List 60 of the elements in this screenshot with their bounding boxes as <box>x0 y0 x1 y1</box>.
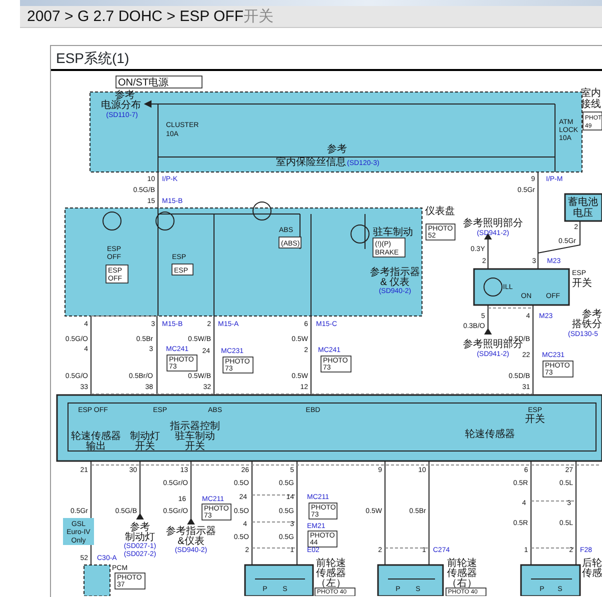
lamp-icon <box>102 212 122 230</box>
diagram-label: 后轮 <box>582 558 602 569</box>
diagram-label: （左） <box>316 578 346 589</box>
sensor-panel <box>520 564 581 596</box>
diagram-label: 参考 <box>130 522 150 533</box>
diagram-label: 参考 <box>582 309 602 320</box>
diagram-label: 开关 <box>185 441 205 452</box>
diagram-label: 电压 <box>573 208 593 219</box>
dashed-wire <box>530 500 576 502</box>
battery-panel <box>564 193 602 222</box>
diagram-label: 开关 <box>525 414 545 425</box>
diagram-label: 仪表盘 <box>425 206 455 217</box>
diagram-label: 参考照明部分 <box>463 218 523 229</box>
diagram-label: 输出 <box>86 441 106 452</box>
diagram-label: 轮速传感器 <box>465 429 515 440</box>
dashed-wire <box>252 494 298 496</box>
diagram-label: 驻车制动 <box>175 431 215 442</box>
diagram-label: &仪表 <box>178 536 204 547</box>
diagram-label: 接线 <box>581 99 601 110</box>
diagram-label: 制动灯 <box>130 431 160 442</box>
wire <box>364 214 366 250</box>
wire <box>530 578 572 580</box>
lamp-icon <box>156 212 174 230</box>
diagram-label: 传感器 <box>316 568 346 579</box>
arrow-icon <box>144 100 152 108</box>
diagram-label: 参考 <box>115 90 135 101</box>
arrow-icon <box>187 518 195 524</box>
sensor-panel <box>244 564 314 596</box>
pcm-panel <box>84 564 110 596</box>
diagram-label: 传感 <box>582 568 602 579</box>
diagram-label: & 仪表 <box>380 277 410 288</box>
breadcrumb-text: 2007 > G 2.7 DOHC > ESP OFF开关 <box>27 8 274 25</box>
diagram-label: 参考 <box>327 144 347 155</box>
diagram-label: 传感器 <box>447 568 477 579</box>
diagram-label: 室内 <box>581 88 601 99</box>
diagram-label: 室内保险丝信息 <box>276 157 346 168</box>
lamp-icon <box>252 202 272 220</box>
wire <box>388 578 436 580</box>
diagram-label: 开关 <box>135 441 155 452</box>
diagram-label: 轮速传感器 <box>71 431 121 442</box>
diagram-label: 前轮速 <box>316 558 346 569</box>
diagram-label: 电源分布 <box>101 100 141 111</box>
diagram-label: 前轮速 <box>447 558 477 569</box>
diagram-title: ESP系统(1) <box>51 46 602 71</box>
arrow-icon <box>136 513 144 520</box>
lamp-icon <box>350 224 370 244</box>
diagram-label: 制动灯 <box>125 532 155 543</box>
diagram-label: 蓄电池 <box>568 197 598 208</box>
diagram-label: 开关 <box>572 278 592 289</box>
diagram-label: （右） <box>447 578 477 589</box>
lamp-icon <box>484 278 502 296</box>
arrow-icon <box>484 328 492 334</box>
wire <box>254 578 306 580</box>
diagram-label: 指示器控制 <box>170 421 220 432</box>
label-tag: ON/ST电源 <box>116 76 202 88</box>
diagram-label: 搭铁分 <box>572 319 602 330</box>
diagram-label: 驻车制动 <box>373 227 413 238</box>
diagram-label: 参考指示器 <box>166 526 216 537</box>
sensor-panel <box>377 564 444 596</box>
diagram-label: 参考指示器 <box>370 267 420 278</box>
